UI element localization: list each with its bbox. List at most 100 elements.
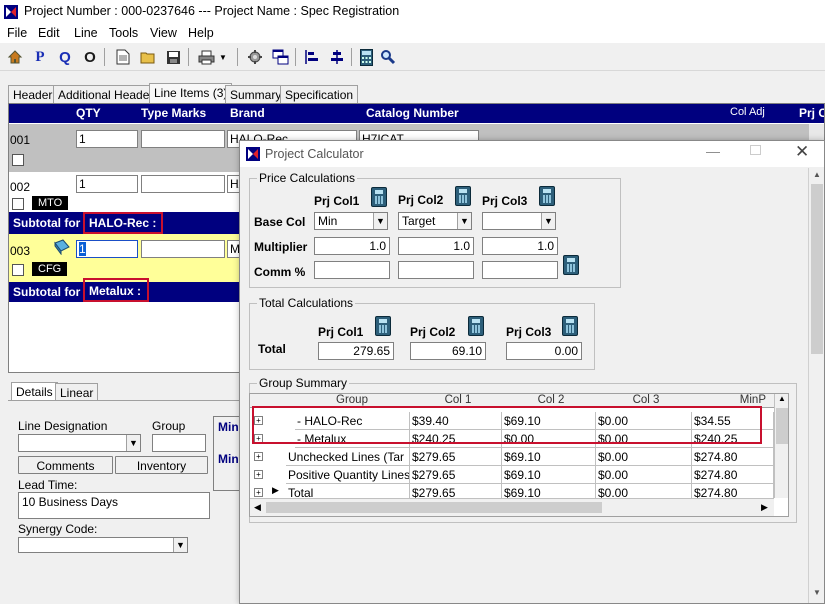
column-header-type-marks[interactable]: Type Marks — [141, 106, 206, 120]
expand-icon[interactable]: + — [254, 470, 263, 479]
dropdown-icon[interactable]: ▼ — [218, 48, 228, 66]
chevron-down-icon[interactable]: ▼ — [457, 213, 471, 229]
menu-help[interactable]: Help — [188, 26, 214, 40]
lead-time-input[interactable]: 10 Business Days — [18, 492, 210, 519]
column-header-col-adj[interactable]: Col Adj — [730, 106, 765, 118]
minimize-icon[interactable]: — — [706, 143, 720, 159]
scroll-up-icon[interactable]: ▲ — [813, 170, 821, 179]
windows-icon[interactable] — [271, 48, 289, 66]
summary-header-minp[interactable]: MinP — [694, 394, 774, 406]
calculator-icon[interactable] — [371, 187, 387, 207]
gear-icon[interactable] — [246, 48, 264, 66]
qty-input[interactable]: 1 — [76, 175, 138, 193]
scroll-up-icon[interactable]: ▲ — [778, 394, 786, 403]
base-col-select-1[interactable]: Min ▼ — [314, 212, 388, 230]
calculator-icon[interactable] — [468, 316, 484, 336]
calculator-icon[interactable] — [562, 316, 578, 336]
calculator-icon[interactable] — [539, 186, 555, 206]
scroll-thumb[interactable] — [266, 502, 602, 513]
group-input[interactable] — [152, 434, 206, 452]
expand-icon[interactable]: + — [254, 488, 263, 497]
comm-input-1[interactable] — [314, 261, 390, 279]
tab-specification[interactable]: Specification — [280, 85, 359, 103]
base-col-select-3[interactable]: ▼ — [482, 212, 556, 230]
column-header-catalog-number[interactable]: Catalog Number — [366, 106, 459, 120]
calculator-icon[interactable] — [357, 48, 375, 66]
base-col-select-2[interactable]: Target ▼ — [398, 212, 472, 230]
tab-details[interactable]: Details — [11, 382, 58, 400]
q-icon[interactable]: Q — [56, 48, 74, 66]
inventory-button[interactable]: Inventory — [115, 456, 208, 474]
chevron-down-icon[interactable]: ▼ — [173, 538, 187, 552]
type-marks-input[interactable] — [141, 130, 225, 148]
summary-col1-cell: $279.65 — [410, 466, 502, 484]
tab-header[interactable]: Header — [8, 85, 58, 103]
project-calculator-dialog: Project Calculator — ✕ Price Calculation… — [239, 140, 825, 604]
summary-col2-cell: $69.10 — [502, 448, 596, 466]
comm-input-3[interactable] — [482, 261, 558, 279]
summary-vertical-scrollbar[interactable]: ▲ — [774, 394, 788, 498]
qty-input[interactable]: 1 — [76, 240, 138, 258]
comments-button[interactable]: Comments — [18, 456, 113, 474]
new-icon[interactable] — [114, 48, 132, 66]
total-value-3: 0.00 — [506, 342, 582, 360]
scroll-left-icon[interactable]: ◀ — [254, 502, 261, 513]
dialog-scrollbar[interactable]: ▲ ▼ — [808, 168, 824, 603]
chevron-down-icon[interactable]: ▼ — [373, 213, 387, 229]
open-icon[interactable] — [139, 48, 157, 66]
summary-header-col1[interactable]: Col 1 — [412, 394, 504, 406]
scroll-thumb[interactable] — [776, 408, 788, 444]
tab-additional-header[interactable]: Additional Header — [53, 85, 159, 103]
column-header-brand[interactable]: Brand — [230, 106, 265, 120]
calculator-icon[interactable] — [563, 255, 579, 275]
menu-file[interactable]: File — [7, 26, 27, 40]
chevron-down-icon[interactable]: ▼ — [126, 435, 140, 451]
expand-icon[interactable]: + — [254, 452, 263, 461]
type-marks-input[interactable] — [141, 175, 225, 193]
p-icon[interactable]: P — [31, 48, 49, 66]
scroll-right-icon[interactable]: ▶ — [761, 502, 768, 513]
line-checkbox[interactable] — [12, 198, 24, 210]
multiplier-input-2[interactable]: 1.0 — [398, 237, 474, 255]
line-checkbox[interactable] — [12, 154, 24, 166]
summary-header-col3[interactable]: Col 3 — [598, 394, 694, 406]
summary-horizontal-scrollbar[interactable]: ◀ ▶ — [250, 498, 774, 516]
multiplier-input-1[interactable]: 1.0 — [314, 237, 390, 255]
config-icon[interactable] — [53, 239, 71, 255]
tab-summary[interactable]: Summary — [225, 85, 287, 103]
column-header-prj-col[interactable]: Prj C — [799, 106, 824, 120]
menu-view[interactable]: View — [150, 26, 177, 40]
menu-line[interactable]: Line — [74, 26, 98, 40]
synergy-code-select[interactable]: ▼ — [18, 537, 188, 553]
qty-input[interactable]: 1 — [76, 130, 138, 148]
print-icon[interactable] — [197, 48, 215, 66]
align-left-icon[interactable] — [303, 48, 321, 66]
menu-edit[interactable]: Edit — [38, 26, 60, 40]
tab-line-items[interactable]: Line Items (3) — [149, 83, 233, 103]
home-icon[interactable] — [6, 48, 24, 66]
chevron-down-icon[interactable]: ▼ — [541, 213, 555, 229]
summary-header-col2[interactable]: Col 2 — [504, 394, 598, 406]
calculator-icon[interactable] — [375, 316, 391, 336]
menu-tools[interactable]: Tools — [109, 26, 138, 40]
close-icon[interactable]: ✕ — [795, 142, 809, 162]
multiplier-input-3[interactable]: 1.0 — [482, 237, 558, 255]
scroll-down-icon[interactable]: ▼ — [813, 588, 821, 597]
comm-input-2[interactable] — [398, 261, 474, 279]
o-icon[interactable]: O — [81, 48, 99, 66]
summary-row[interactable]: + Positive Quantity Lines $279.65 $69.10… — [250, 466, 774, 484]
search-icon[interactable] — [379, 48, 397, 66]
calculator-icon[interactable] — [455, 186, 471, 206]
type-marks-input[interactable] — [141, 240, 225, 258]
column-header-qty[interactable]: QTY — [76, 106, 101, 120]
line-designation-select[interactable]: ▼ — [18, 434, 141, 452]
line-checkbox[interactable] — [12, 264, 24, 276]
summary-header-group[interactable]: Group — [292, 394, 412, 406]
align-center-icon[interactable] — [328, 48, 346, 66]
base-col-value: Target — [402, 214, 436, 228]
scroll-thumb[interactable] — [811, 184, 823, 354]
tab-linear[interactable]: Linear — [55, 383, 99, 400]
save-icon[interactable] — [164, 48, 182, 66]
subtotal-group-name: HALO-Rec : — [83, 212, 163, 234]
summary-row[interactable]: + Unchecked Lines (Tar $279.65 $69.10 $0… — [250, 448, 774, 466]
